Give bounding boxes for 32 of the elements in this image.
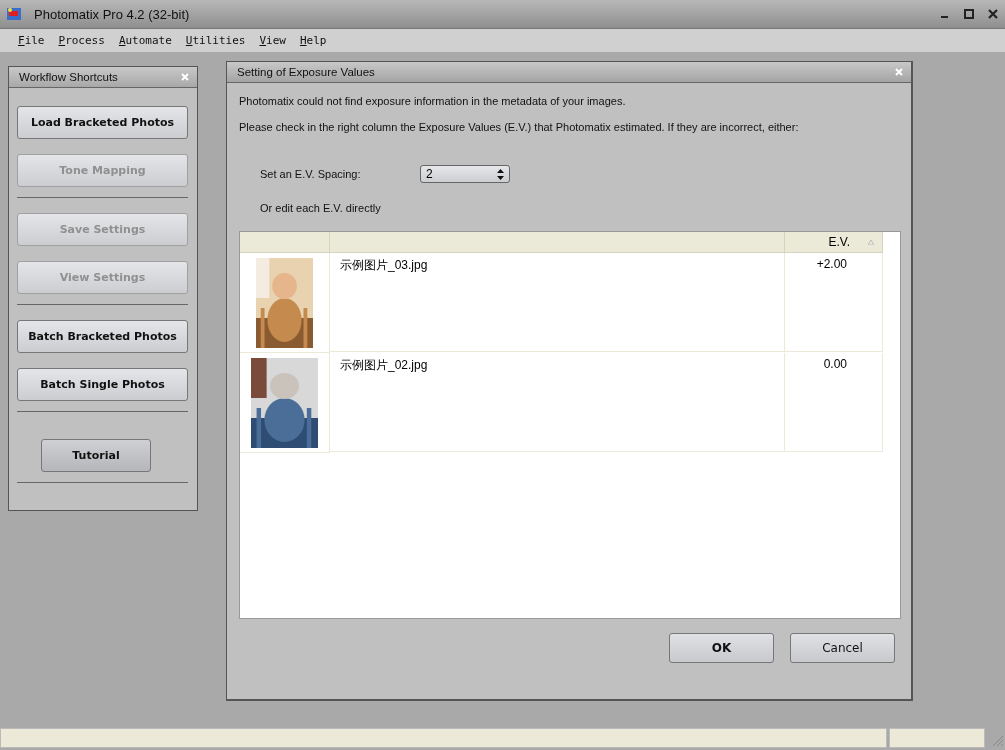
table-cell[interactable]: 0.00: [785, 353, 883, 452]
spinner-icon: [497, 168, 504, 180]
shortcut-button[interactable]: Batch Bracketed Photos: [17, 320, 188, 353]
field-label: Set an E.V. Spacing:: [260, 168, 362, 180]
sort-icon: [868, 239, 874, 245]
spacing-dropdown[interactable]: 2: [420, 165, 510, 183]
message-text: Photomatix could not find exposure information in the metadata of your images.: [239, 95, 627, 107]
menu-item[interactable]: File: [18, 34, 45, 47]
table-cell[interactable]: +2.00: [785, 253, 883, 352]
menu-item[interactable]: Utilities: [185, 34, 246, 47]
menu-item[interactable]: View: [259, 34, 286, 47]
table-cell: 示例图片_03.jpg: [330, 253, 785, 352]
close-icon[interactable]: [987, 8, 999, 20]
column-header[interactable]: [330, 232, 785, 253]
table-cell: 示例图片_02.jpg: [330, 353, 785, 452]
column-header[interactable]: [240, 232, 330, 253]
app-icon: [6, 6, 22, 22]
ok-button[interactable]: OK: [669, 633, 774, 663]
menu-item[interactable]: Process: [58, 34, 105, 47]
menu-item[interactable]: Automate: [118, 34, 172, 47]
dialog-title: Setting of Exposure Values: [237, 66, 375, 78]
column-header[interactable]: E.V.: [785, 232, 883, 253]
cancel-button[interactable]: Cancel: [790, 633, 895, 663]
window-title: Photomatix Pro 4.2 (32-bit): [34, 6, 191, 22]
panel-title: Workflow Shortcuts: [19, 71, 118, 83]
tutorial-button[interactable]: Tutorial: [41, 439, 151, 472]
message-text: Please check in the right column the Exposure Values (E.V.) that Photomatix estimated. If they are incorrect, either:: [239, 121, 800, 133]
shortcut-button[interactable]: Load Bracketed Photos: [17, 106, 188, 139]
menu-item[interactable]: Help: [299, 34, 327, 47]
shortcut-button[interactable]: Batch Single Photos: [17, 368, 188, 401]
maximize-icon[interactable]: [963, 8, 975, 20]
hint-text: Or edit each E.V. directly: [260, 202, 382, 214]
